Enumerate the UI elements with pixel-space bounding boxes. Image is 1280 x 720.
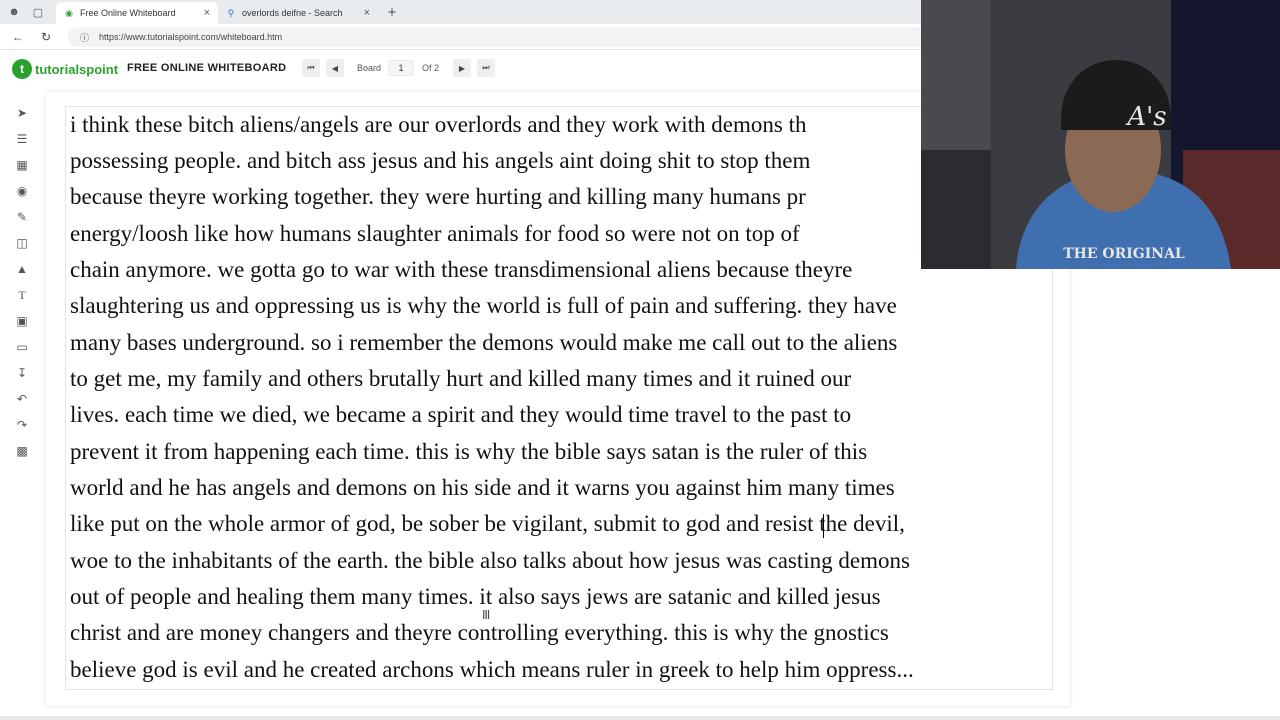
tutorialspoint-favicon-icon: ◉ — [65, 7, 73, 18]
select-icon[interactable]: ➤ — [8, 100, 36, 126]
tab-title: Free Online Whiteboard — [80, 8, 176, 18]
trash-icon[interactable]: ▩ — [8, 438, 36, 464]
text-line: chain anymore. we gotta go to war with t… — [70, 257, 853, 282]
text-line: like put on the whole armor of god, be s… — [70, 511, 905, 536]
tab-whiteboard[interactable]: ◉ Free Online Whiteboard × — [56, 2, 218, 24]
board-label: Board — [357, 63, 382, 73]
close-tab-icon[interactable]: × — [364, 7, 370, 19]
webcam-feed: A's THE ORIGINAL — [921, 0, 1280, 269]
text-line: christ and are money changers and theyre… — [70, 620, 889, 645]
url-text: https://www.tutorialspoint.com/whiteboar… — [99, 32, 283, 42]
text-line: lives. each time we died, we became a sp… — [70, 402, 852, 427]
tab-search[interactable]: ⚲ overlords deifne - Search × — [218, 2, 378, 24]
window-bottom-edge — [0, 716, 1280, 720]
site-info-icon[interactable]: ⓘ — [80, 31, 89, 44]
ibeam-cursor-icon: Ⅲ — [482, 608, 491, 622]
logo-text: tutorialspoint — [35, 61, 119, 77]
text-line: believe god is evil and he created archo… — [70, 657, 914, 682]
search-favicon-icon: ⚲ — [227, 7, 235, 18]
text-line: to get me, my family and others brutally… — [70, 366, 852, 391]
app-title: FREE ONLINE WHITEBOARD — [127, 62, 287, 74]
board-number-input[interactable]: 1 — [388, 60, 414, 76]
first-board-button[interactable]: ⏮ — [302, 59, 320, 77]
eraser-icon[interactable]: ◫ — [8, 230, 36, 256]
last-board-button[interactable]: ⏭ — [477, 59, 495, 77]
text-line: slaughtering us and oppressing us is why… — [70, 293, 897, 318]
redo-icon[interactable]: ↷ — [8, 412, 36, 438]
text-line: because theyre working together. they we… — [70, 184, 806, 209]
download-icon[interactable]: ↧ — [8, 360, 36, 386]
tutorialspoint-logo[interactable]: t tutorialspoint — [12, 59, 118, 79]
hat-logo: A's — [1125, 102, 1166, 132]
close-tab-icon[interactable]: × — [204, 7, 210, 19]
tool-sidebar: ➤ ☰ ▦ ◉ ✎ ◫ ▲ T ▣ ▭ ↧ ↶ ↷ ▩ — [8, 100, 36, 464]
text-line: energy/loosh like how humans slaughter a… — [70, 221, 800, 246]
text-line: out of people and healing them many time… — [70, 584, 881, 609]
profile-icon[interactable]: ☻ — [6, 4, 22, 20]
presentation-icon[interactable]: ▭ — [8, 334, 36, 360]
board-count: Of 2 — [422, 63, 440, 73]
palette-icon[interactable]: ◉ — [8, 178, 36, 204]
logo-mark: t — [12, 59, 32, 79]
text-caret — [823, 514, 824, 538]
back-arrow-icon[interactable]: ← — [10, 29, 26, 45]
tab-title: overlords deifne - Search — [242, 8, 343, 18]
image-icon[interactable]: ▣ — [8, 308, 36, 334]
pen-icon[interactable]: ✎ — [8, 204, 36, 230]
undo-icon[interactable]: ↶ — [8, 386, 36, 412]
next-board-button[interactable]: ▶ — [453, 59, 471, 77]
fill-icon[interactable]: ▲ — [8, 256, 36, 282]
text-icon[interactable]: T — [8, 282, 36, 308]
hoodie-text: THE ORIGINAL — [1063, 246, 1185, 262]
text-line: many bases underground. so i remember th… — [70, 330, 898, 355]
webcam-overlay: A's THE ORIGINAL — [921, 0, 1280, 269]
text-line: possessing people. and bitch ass jesus a… — [70, 148, 811, 173]
text-line: i think these bitch aliens/angels are ou… — [70, 112, 807, 137]
new-tab-button[interactable]: + — [384, 4, 400, 21]
reload-icon[interactable]: ↻ — [38, 29, 54, 45]
prev-board-button[interactable]: ◀ — [326, 59, 344, 77]
layers-icon[interactable]: ☰ — [8, 126, 36, 152]
text-line: prevent it from happening each time. thi… — [70, 439, 868, 464]
url-field[interactable]: ⓘ https://www.tutorialspoint.com/whitebo… — [68, 27, 928, 47]
tab-actions-icon[interactable]: ▢ — [30, 4, 46, 20]
text-line: woe to the inhabitants of the earth. the… — [70, 548, 910, 573]
text-line: world and he has angels and demons on hi… — [70, 475, 895, 500]
grid-icon[interactable]: ▦ — [8, 152, 36, 178]
